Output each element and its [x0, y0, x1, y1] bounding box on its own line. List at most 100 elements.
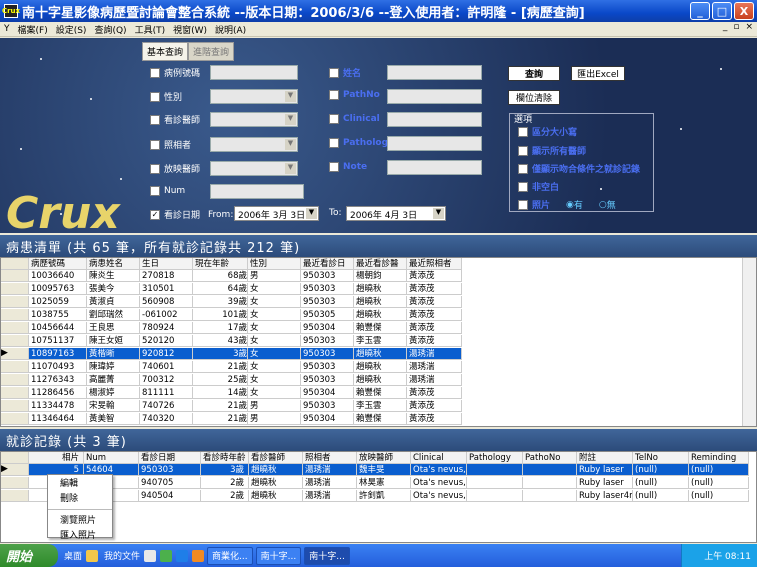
- note-input[interactable]: [387, 160, 482, 175]
- checkbox[interactable]: [329, 162, 339, 172]
- presenter-select[interactable]: ▼: [210, 161, 298, 176]
- tab-basic-query[interactable]: 基本查詢: [142, 42, 189, 61]
- row-selector[interactable]: [1, 335, 29, 347]
- menu-file[interactable]: 檔案(F): [14, 23, 52, 36]
- checkbox[interactable]: [329, 114, 339, 124]
- checkbox[interactable]: [329, 90, 339, 100]
- checkbox[interactable]: [150, 67, 160, 78]
- row-selector[interactable]: [1, 283, 29, 295]
- clear-fields-button[interactable]: 欄位清除: [508, 90, 560, 105]
- start-button[interactable]: 開始: [0, 544, 58, 567]
- pathno-input[interactable]: [387, 89, 482, 104]
- column-header[interactable]: Reminding: [689, 452, 749, 464]
- checkbox[interactable]: [150, 186, 160, 196]
- table-row[interactable]: 11070493 陳瑋婷 740601 21歲女 950303 趙曉秋 湯琇湍: [29, 361, 462, 373]
- to-date-picker[interactable]: 2006年 4月 3日 ▼: [346, 206, 446, 221]
- radio-icon[interactable]: ○: [599, 200, 607, 210]
- table-row[interactable]: 11286456 楊淑婷 811111 14歲女 950304 賴豐傑 黃添茂: [29, 387, 462, 399]
- table-row[interactable]: 11334478 宋旻翰 740726 21歲男 950303 李玉雲 黃添茂: [29, 400, 462, 412]
- row-selector[interactable]: [1, 309, 29, 321]
- column-header[interactable]: 最近照相者: [407, 258, 462, 270]
- checkbox[interactable]: [150, 163, 160, 174]
- pathology-input[interactable]: [387, 136, 482, 151]
- clinical-input[interactable]: [387, 112, 482, 127]
- column-header[interactable]: 生日: [140, 258, 193, 270]
- column-header[interactable]: Clinical: [411, 452, 467, 464]
- table-row[interactable]: 940504 2歲 趙曉秋 湯琇湍 許釗凱 Ota's nevus, f Ruby lase…: [29, 490, 749, 502]
- column-header[interactable]: 最近看診醫: [354, 258, 407, 270]
- checkbox[interactable]: [150, 91, 160, 102]
- table-row[interactable]: 1025059 黃淑貞 560908 39歲女 950303 趙曉秋 黃添茂: [29, 296, 462, 308]
- column-header[interactable]: 看診時年齡: [201, 452, 249, 464]
- menu-item-import-photos[interactable]: 匯入照片: [48, 527, 112, 542]
- row-selector[interactable]: [1, 361, 29, 373]
- table-row[interactable]: 10095763 張美今 310501 64歲女 950303 趙曉秋 黃添茂: [29, 283, 462, 295]
- table-row[interactable]: 10456644 王良思 780924 17歲女 950304 賴豐傑 黃添茂: [29, 322, 462, 334]
- column-header[interactable]: Pathology: [467, 452, 523, 464]
- checkbox[interactable]: [329, 138, 339, 148]
- row-selector[interactable]: [1, 413, 29, 425]
- date-checkbox[interactable]: ✓: [150, 209, 160, 220]
- table-row[interactable]: 10751137 陳王女姮 520120 43歲女 950303 李玉雲 黃添茂: [29, 335, 462, 347]
- checkbox[interactable]: [329, 67, 339, 78]
- checkbox[interactable]: [150, 139, 160, 150]
- column-header[interactable]: 病患姓名: [87, 258, 140, 270]
- checkbox[interactable]: [518, 181, 528, 192]
- quicklaunch-icon[interactable]: [192, 549, 205, 562]
- row-selector[interactable]: [1, 387, 29, 399]
- desktop-link[interactable]: 桌面: [64, 549, 82, 562]
- patient-scrollbar[interactable]: [742, 258, 756, 426]
- task-button[interactable]: 商業化...: [207, 546, 253, 565]
- mdi-restore-button[interactable]: ▫: [733, 22, 739, 32]
- row-selector[interactable]: [1, 374, 29, 386]
- column-header[interactable]: 病歷號碼: [29, 258, 87, 270]
- quicklaunch-icon[interactable]: [160, 549, 173, 562]
- gender-select[interactable]: ▼: [210, 89, 298, 104]
- menu-item-edit[interactable]: 編輯: [48, 475, 112, 490]
- column-header[interactable]: Num: [84, 452, 139, 464]
- table-row[interactable]: 11346464 黃美智 740320 21歲男 950304 賴豐傑 黃添茂: [29, 413, 462, 425]
- column-header[interactable]: 附註: [577, 452, 633, 464]
- row-selector[interactable]: [1, 400, 29, 412]
- doctor-select[interactable]: ▼: [210, 112, 298, 127]
- row-selector[interactable]: [1, 490, 29, 502]
- column-header[interactable]: 照相者: [303, 452, 357, 464]
- tab-advanced-query[interactable]: 進階查詢: [188, 42, 235, 61]
- table-row[interactable]: 11276343 高麗菁 700312 25歲女 950303 趙曉秋 湯琇湍: [29, 374, 462, 386]
- menu-query[interactable]: 查詢(Q): [90, 23, 130, 36]
- num-input[interactable]: [210, 184, 304, 199]
- column-header[interactable]: 現在年齡: [193, 258, 248, 270]
- ie-icon[interactable]: [176, 549, 189, 562]
- table-row[interactable]: 10036640 陳炎生 270818 68歲男 950303 楊朝鈞 黃添茂: [29, 270, 462, 282]
- menu-settings[interactable]: 設定(S): [52, 23, 91, 36]
- menu-item-delete[interactable]: 刪除: [48, 490, 112, 505]
- checkbox[interactable]: [518, 145, 528, 156]
- task-button[interactable]: 南十字...: [304, 546, 350, 565]
- column-header[interactable]: 看診日期: [139, 452, 201, 464]
- column-header[interactable]: 看診醫師: [249, 452, 303, 464]
- table-row[interactable]: 1038755 劉邱瑞然 -061002 101歲女 950305 趙曉秋 黃添茂: [29, 309, 462, 321]
- column-header[interactable]: TelNo: [633, 452, 689, 464]
- column-header[interactable]: 最近看診日: [301, 258, 354, 270]
- menu-tools[interactable]: 工具(T): [131, 23, 170, 36]
- mdi-minimize-button[interactable]: _: [723, 22, 728, 32]
- row-selector[interactable]: ▶: [1, 348, 29, 360]
- task-button[interactable]: 南十字...: [255, 546, 302, 565]
- chart-number-input[interactable]: [210, 65, 298, 80]
- close-button[interactable]: X: [734, 2, 754, 20]
- column-header[interactable]: PathoNo: [523, 452, 577, 464]
- export-excel-button[interactable]: 匯出Excel: [571, 66, 625, 81]
- checkbox[interactable]: [518, 163, 528, 174]
- checkbox[interactable]: [150, 114, 160, 125]
- checkbox[interactable]: [518, 126, 528, 137]
- my-documents-link[interactable]: 我的文件: [104, 549, 140, 562]
- minimize-button[interactable]: _: [690, 2, 710, 20]
- quicklaunch-icon[interactable]: [144, 549, 157, 562]
- row-selector[interactable]: [1, 270, 29, 282]
- column-header[interactable]: 相片: [29, 452, 84, 464]
- table-row[interactable]: 5 54604 950303 3歲 趙曉秋 湯琇湍 魏丰旻 Ota's nevus, f Rub…: [29, 464, 749, 476]
- table-row[interactable]: 10897163 黃楷晰 920812 3歲女 950303 趙曉秋 湯琇湍: [29, 348, 462, 360]
- query-button[interactable]: 查詢: [508, 66, 560, 81]
- menu-item-browse-photos[interactable]: 瀏覽照片: [48, 509, 112, 527]
- table-row[interactable]: 940705 2歲 趙曉秋 湯琇湍 林昊憲 Ota's nevus, f Ruby lase…: [29, 477, 749, 489]
